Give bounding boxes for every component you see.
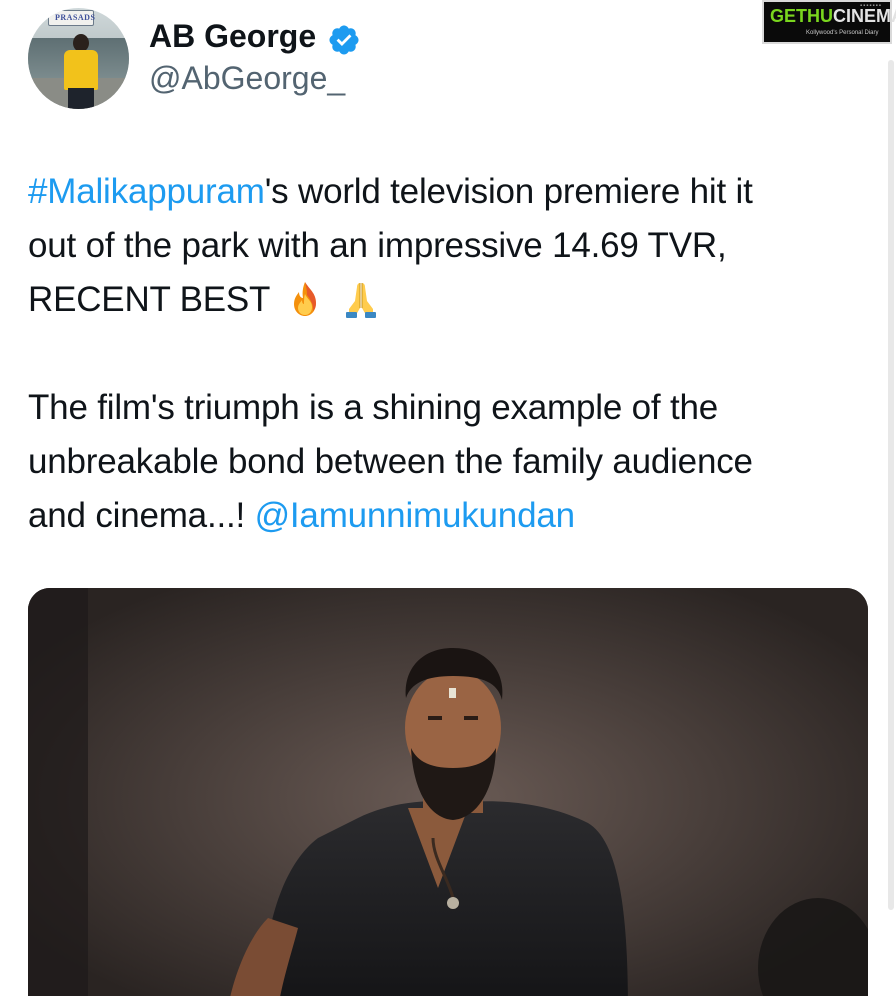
tweet-line-1-text: 's world television premiere hit it <box>264 172 753 211</box>
folded-hands-emoji-icon <box>345 283 376 318</box>
hashtag-link[interactable]: #Malikappuram <box>28 172 265 211</box>
tweet-body: #Malikappuram's world television premier… <box>28 165 878 543</box>
avatar-person-legs <box>68 88 94 109</box>
tweet-line-3-text: RECENT BEST <box>28 280 270 319</box>
tweet-line-2: out of the park with an impressive 14.69… <box>28 226 727 265</box>
watermark-brand-part1: GETHU <box>770 6 833 26</box>
tweet-line-1: #Malikappuram's world television premier… <box>28 165 878 219</box>
avatar-sign-text: PRASADS <box>55 13 96 22</box>
verified-badge-icon <box>329 25 359 55</box>
watermark-brand-part2: CINEMA <box>833 6 896 26</box>
tweet-line-6-text: and cinema...! <box>28 496 255 535</box>
tweet-line-3: RECENT BEST <box>28 273 878 327</box>
tweet-line-6: and cinema...! @Iamunnimukundan <box>28 489 878 543</box>
mention-link[interactable]: @Iamunnimukundan <box>255 496 575 535</box>
author-handle[interactable]: @AbGeorge_ <box>149 60 345 97</box>
fire-emoji-icon <box>294 282 317 316</box>
tweet-line-4: The film's triumph is a shining example … <box>28 388 719 427</box>
watermark-brand: GETHUCINEMA <box>770 6 896 27</box>
avatar-sign: PRASADS <box>48 10 96 26</box>
watermark-logo: ▪▪▪▪▪▪▪ GETHUCINEMA Kollywood's Personal… <box>762 0 896 44</box>
watermark-tagline: Kollywood's Personal Diary <box>806 30 879 36</box>
tweet-screenshot: PRASADS AB George @AbGeorge_ ▪▪▪▪▪▪▪ GET… <box>0 0 896 996</box>
avatar-person-body <box>64 50 98 90</box>
author-name[interactable]: AB George <box>149 18 316 55</box>
scrollbar-thumb[interactable] <box>888 60 894 910</box>
tweet-line-5: unbreakable bond between the family audi… <box>28 442 753 481</box>
tweet-media-image[interactable] <box>28 588 868 996</box>
media-photo-illustration <box>28 588 868 996</box>
avatar[interactable]: PRASADS <box>28 8 129 109</box>
